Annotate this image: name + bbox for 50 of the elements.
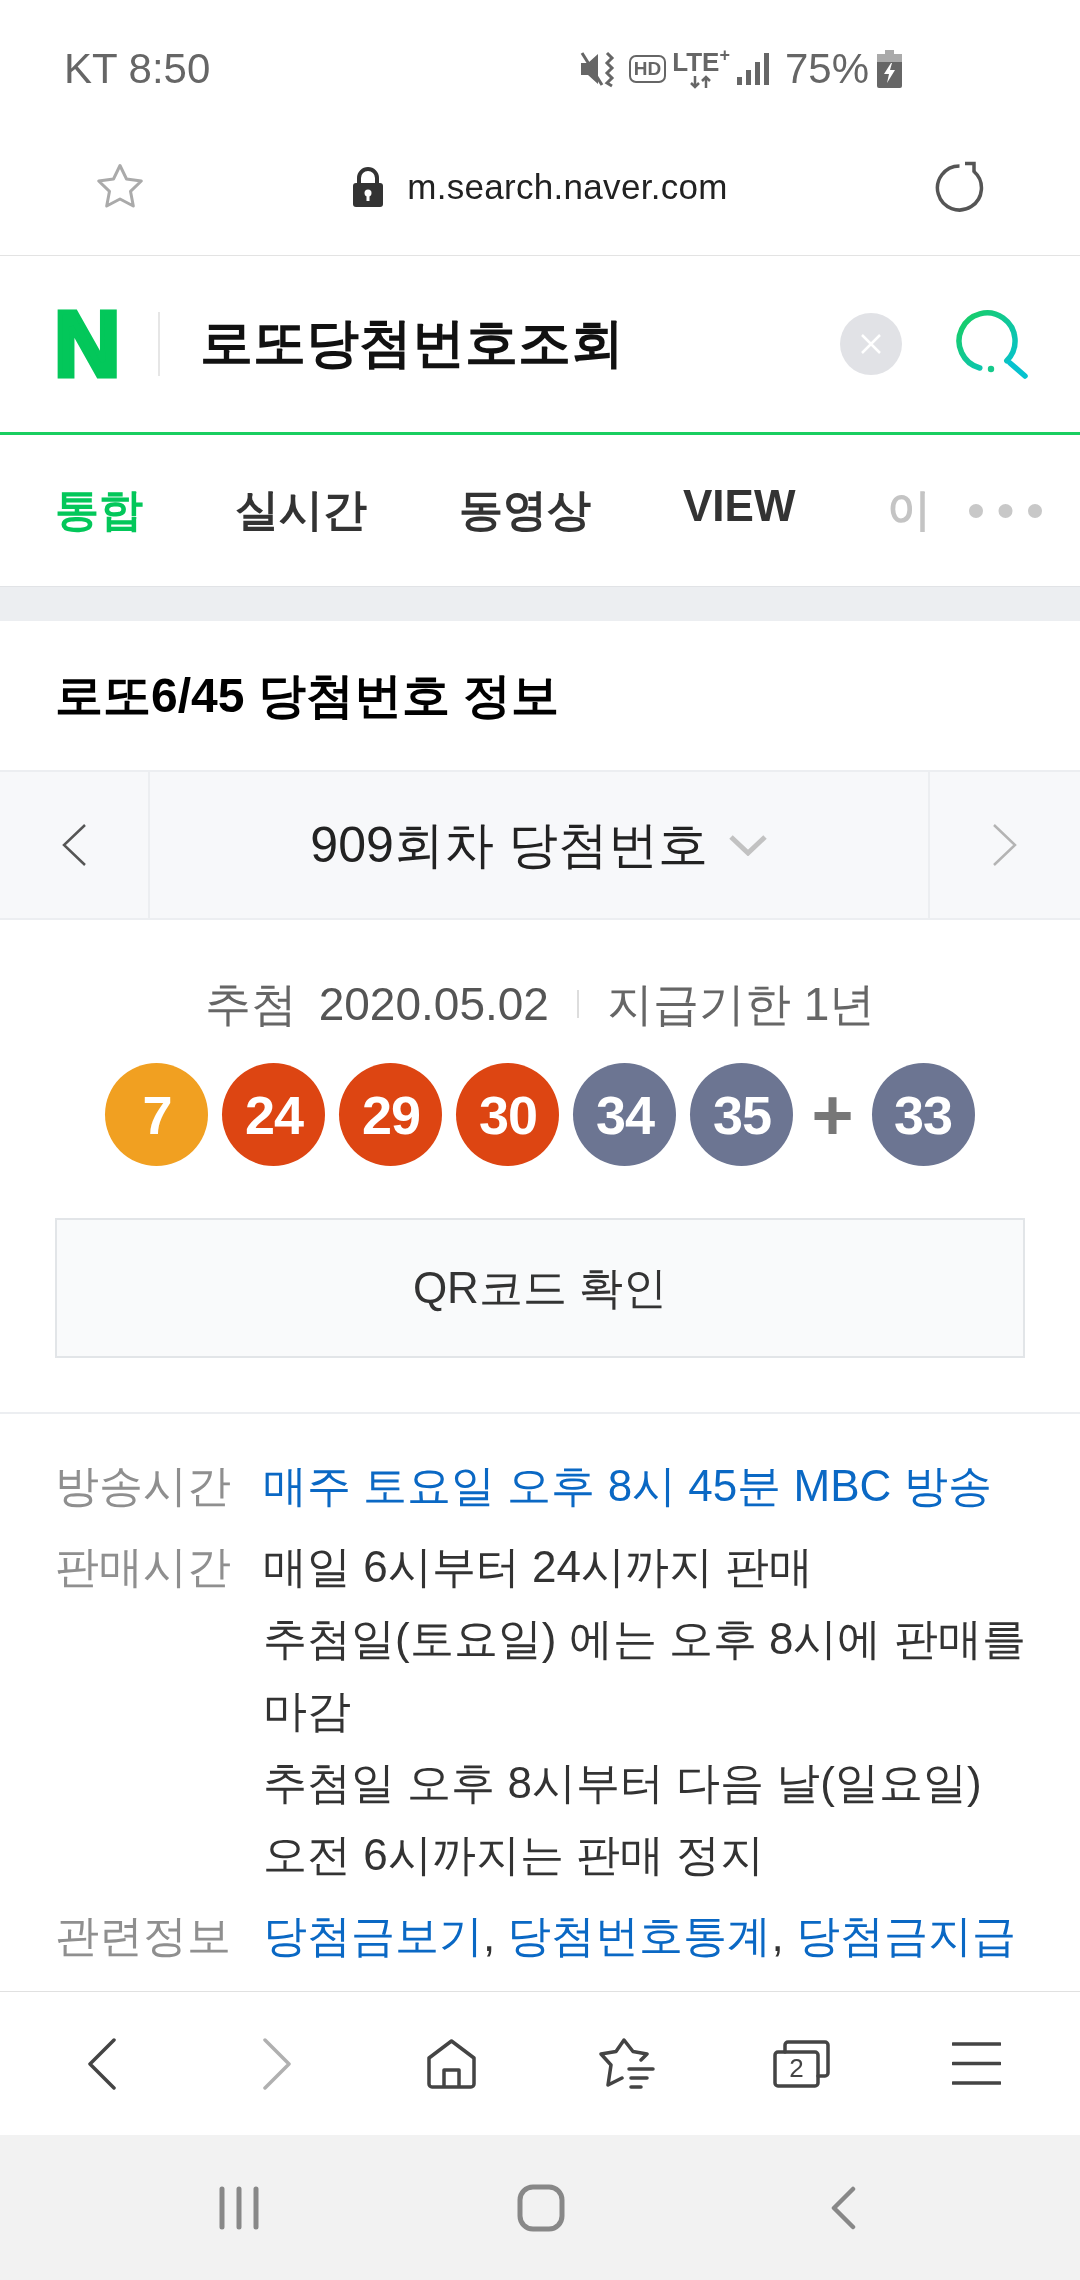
lotto-ball: 7 xyxy=(105,1063,209,1166)
lotto-ball: 29 xyxy=(339,1063,443,1166)
recent-apps-icon[interactable] xyxy=(218,2185,260,2230)
bonus-ball: 33 xyxy=(871,1063,975,1166)
mute-icon xyxy=(578,50,615,88)
round-dropdown[interactable]: 909회차 당첨번호 xyxy=(150,770,928,920)
hd-voice-indicator: HD xyxy=(628,55,667,83)
info-link[interactable]: 매주 토요일 오후 8시 45분 MBC 방송 xyxy=(263,1461,992,1510)
tab[interactable]: 동영상 xyxy=(459,481,591,540)
related-link[interactable]: 당첨금보기 xyxy=(263,1911,483,1960)
info-label: 관련정보 xyxy=(55,1910,232,1962)
carrier-time-text: KT 8:50 xyxy=(64,45,211,93)
more-icon[interactable] xyxy=(968,502,1043,519)
lotto-ball: 35 xyxy=(690,1063,794,1166)
chevron-right-icon xyxy=(992,823,1018,867)
tabs-icon xyxy=(773,2039,830,2088)
battery-percent-text: 75% xyxy=(784,45,869,93)
chevron-left-icon xyxy=(61,823,87,867)
info-label: 판매시간 xyxy=(55,1541,232,1593)
payout-deadline-text: 지급기한 1년 xyxy=(606,977,876,1032)
lotto-ball: 24 xyxy=(222,1063,326,1166)
info-text: 매일 6시부터 24시까지 판매 xyxy=(263,1541,815,1593)
info-text: 추첨일(토요일) 에는 오후 8시에 판매를 마감 xyxy=(263,1613,1027,1737)
back-icon[interactable] xyxy=(86,2037,117,2090)
search-icon[interactable] xyxy=(956,309,1030,379)
tabs-button[interactable]: 2 xyxy=(773,2039,830,2088)
related-link[interactable]: 당첨번호통계 xyxy=(507,1911,772,1960)
plus-sign: + xyxy=(811,1078,854,1151)
signal-icon xyxy=(736,53,770,85)
tab[interactable]: 실시간 xyxy=(235,481,367,540)
chevron-down-icon xyxy=(727,834,768,856)
info-label: 방송시간 xyxy=(55,1460,232,1512)
tab[interactable]: VIEW xyxy=(683,481,796,540)
related-link[interactable]: 당첨금지급 xyxy=(795,1911,1016,1960)
search-field[interactable]: 로또당첨번호조회 xyxy=(200,308,840,380)
draw-label-text: 추첨 xyxy=(204,977,297,1032)
refresh-icon[interactable] xyxy=(933,161,986,212)
qr-code-button[interactable]: QR코드 확인 xyxy=(55,1218,1025,1358)
lotto-ball: 34 xyxy=(573,1063,677,1166)
info-text: 추첨일 오후 8시부터 다음 날(일요일) 오전 6시까지는 판매 정지 xyxy=(263,1757,983,1881)
url-text[interactable]: m.search.naver.com xyxy=(407,166,728,207)
menu-icon[interactable] xyxy=(952,2042,1001,2085)
section-title: 로또6/45 당첨번호 정보 xyxy=(55,667,560,724)
bookmarks-icon[interactable] xyxy=(598,2037,655,2090)
home-icon[interactable] xyxy=(426,2038,477,2089)
network-type-text: LTE$^{+}$ xyxy=(672,49,730,75)
lotto-ball: 30 xyxy=(456,1063,560,1166)
related-links-text: 당첨금보기, 당첨번호통계, 당첨금지급 xyxy=(263,1910,1017,1962)
battery-charging-icon xyxy=(877,50,902,88)
draw-date-text: 2020.05.02 xyxy=(318,977,549,1032)
